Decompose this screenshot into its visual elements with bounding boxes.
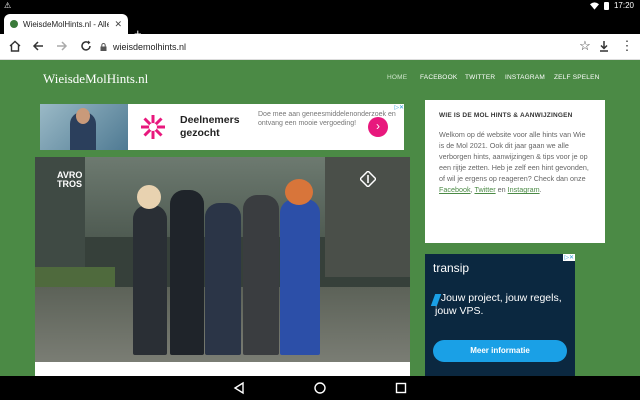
nav-facebook[interactable]: FACEBOOK [420, 74, 457, 81]
menu-icon[interactable]: ⋮ [620, 39, 634, 53]
facebook-link[interactable]: Facebook [439, 185, 471, 194]
recents-square-icon[interactable] [394, 381, 408, 395]
status-bar: ⚠ 17:20 [0, 0, 640, 12]
tab-title: WieisdeMolHints.nl - Alle hints [23, 19, 110, 29]
adchoices-icon[interactable]: ▷✕ [394, 104, 404, 111]
web-page: WieisdeMolHints.nl HOME FACEBOOK TWITTER… [0, 60, 640, 376]
site-nav: HOME FACEBOOK TWITTER INSTAGRAM ZELF SPE… [0, 74, 640, 86]
favicon-icon [10, 20, 18, 28]
meer-informatie-button[interactable]: Meer informatie [433, 340, 567, 362]
browser-tab[interactable]: WieisdeMolHints.nl - Alle hints ✕ [4, 14, 128, 34]
sidebar-heading: WIE IS DE MOL HINTS & AANWIJZINGEN [439, 112, 573, 119]
system-nav-bar [0, 376, 640, 400]
status-time: 17:20 [613, 1, 634, 10]
lock-icon [100, 43, 107, 51]
instagram-link[interactable]: Instagram [508, 185, 540, 194]
warning-icon: ⚠ [4, 1, 12, 10]
wifi-icon [589, 1, 599, 10]
nav-twitter[interactable]: TWITTER [465, 74, 495, 81]
nav-home[interactable]: HOME [387, 74, 407, 81]
adchoices-icon[interactable]: ▷✕ [563, 254, 575, 261]
twitter-link[interactable]: Twitter [474, 185, 495, 194]
tab-strip: WieisdeMolHints.nl - Alle hints ✕ + [0, 12, 640, 41]
nav-zelf-spelen[interactable]: ZELF SPELEN [554, 74, 600, 81]
avrotros-logo: AVRO TROS [57, 170, 83, 189]
side-ad[interactable]: transip ▷✕ Jouw project, jouw regels, jo… [425, 254, 575, 376]
npo1-logo-icon [360, 171, 376, 187]
back-arrow-icon[interactable] [31, 39, 45, 53]
home-icon[interactable] [8, 39, 22, 53]
forward-arrow-icon[interactable] [55, 39, 69, 53]
download-icon[interactable] [597, 39, 611, 53]
ad-headline: Deelnemers gezocht [180, 114, 240, 139]
browser-toolbar: wieisdemolhints.nl ☆ ⋮ [0, 34, 640, 60]
transip-logo: transip [433, 261, 470, 275]
battery-icon [603, 1, 609, 10]
close-tab-icon[interactable]: ✕ [114, 19, 122, 30]
url-text: wieisdemolhints.nl [113, 42, 187, 52]
nav-instagram[interactable]: INSTAGRAM [505, 74, 545, 81]
ad-logo-icon [141, 115, 165, 139]
back-triangle-icon[interactable] [232, 381, 246, 395]
sidebar-widget: WIE IS DE MOL HINTS & AANWIJZINGEN Welko… [425, 100, 605, 243]
featured-video-image[interactable]: AVRO TROS [35, 157, 410, 362]
contestants-group [125, 175, 325, 355]
address-bar[interactable]: wieisdemolhints.nl [100, 37, 615, 57]
ad-banner[interactable]: Deelnemers gezocht Doe mee aan geneesmid… [40, 104, 404, 150]
ad-photo [40, 104, 128, 150]
post-card [35, 362, 410, 376]
home-circle-icon[interactable] [313, 381, 327, 395]
reload-icon[interactable] [79, 39, 93, 53]
ad-go-button[interactable]: › [368, 117, 388, 137]
bookmark-star-icon[interactable]: ☆ [578, 39, 592, 53]
sidebar-text: Welkom op dé website voor alle hints van… [439, 130, 589, 194]
ad-tagline: Jouw project, jouw regels, jouw VPS. [435, 292, 562, 317]
